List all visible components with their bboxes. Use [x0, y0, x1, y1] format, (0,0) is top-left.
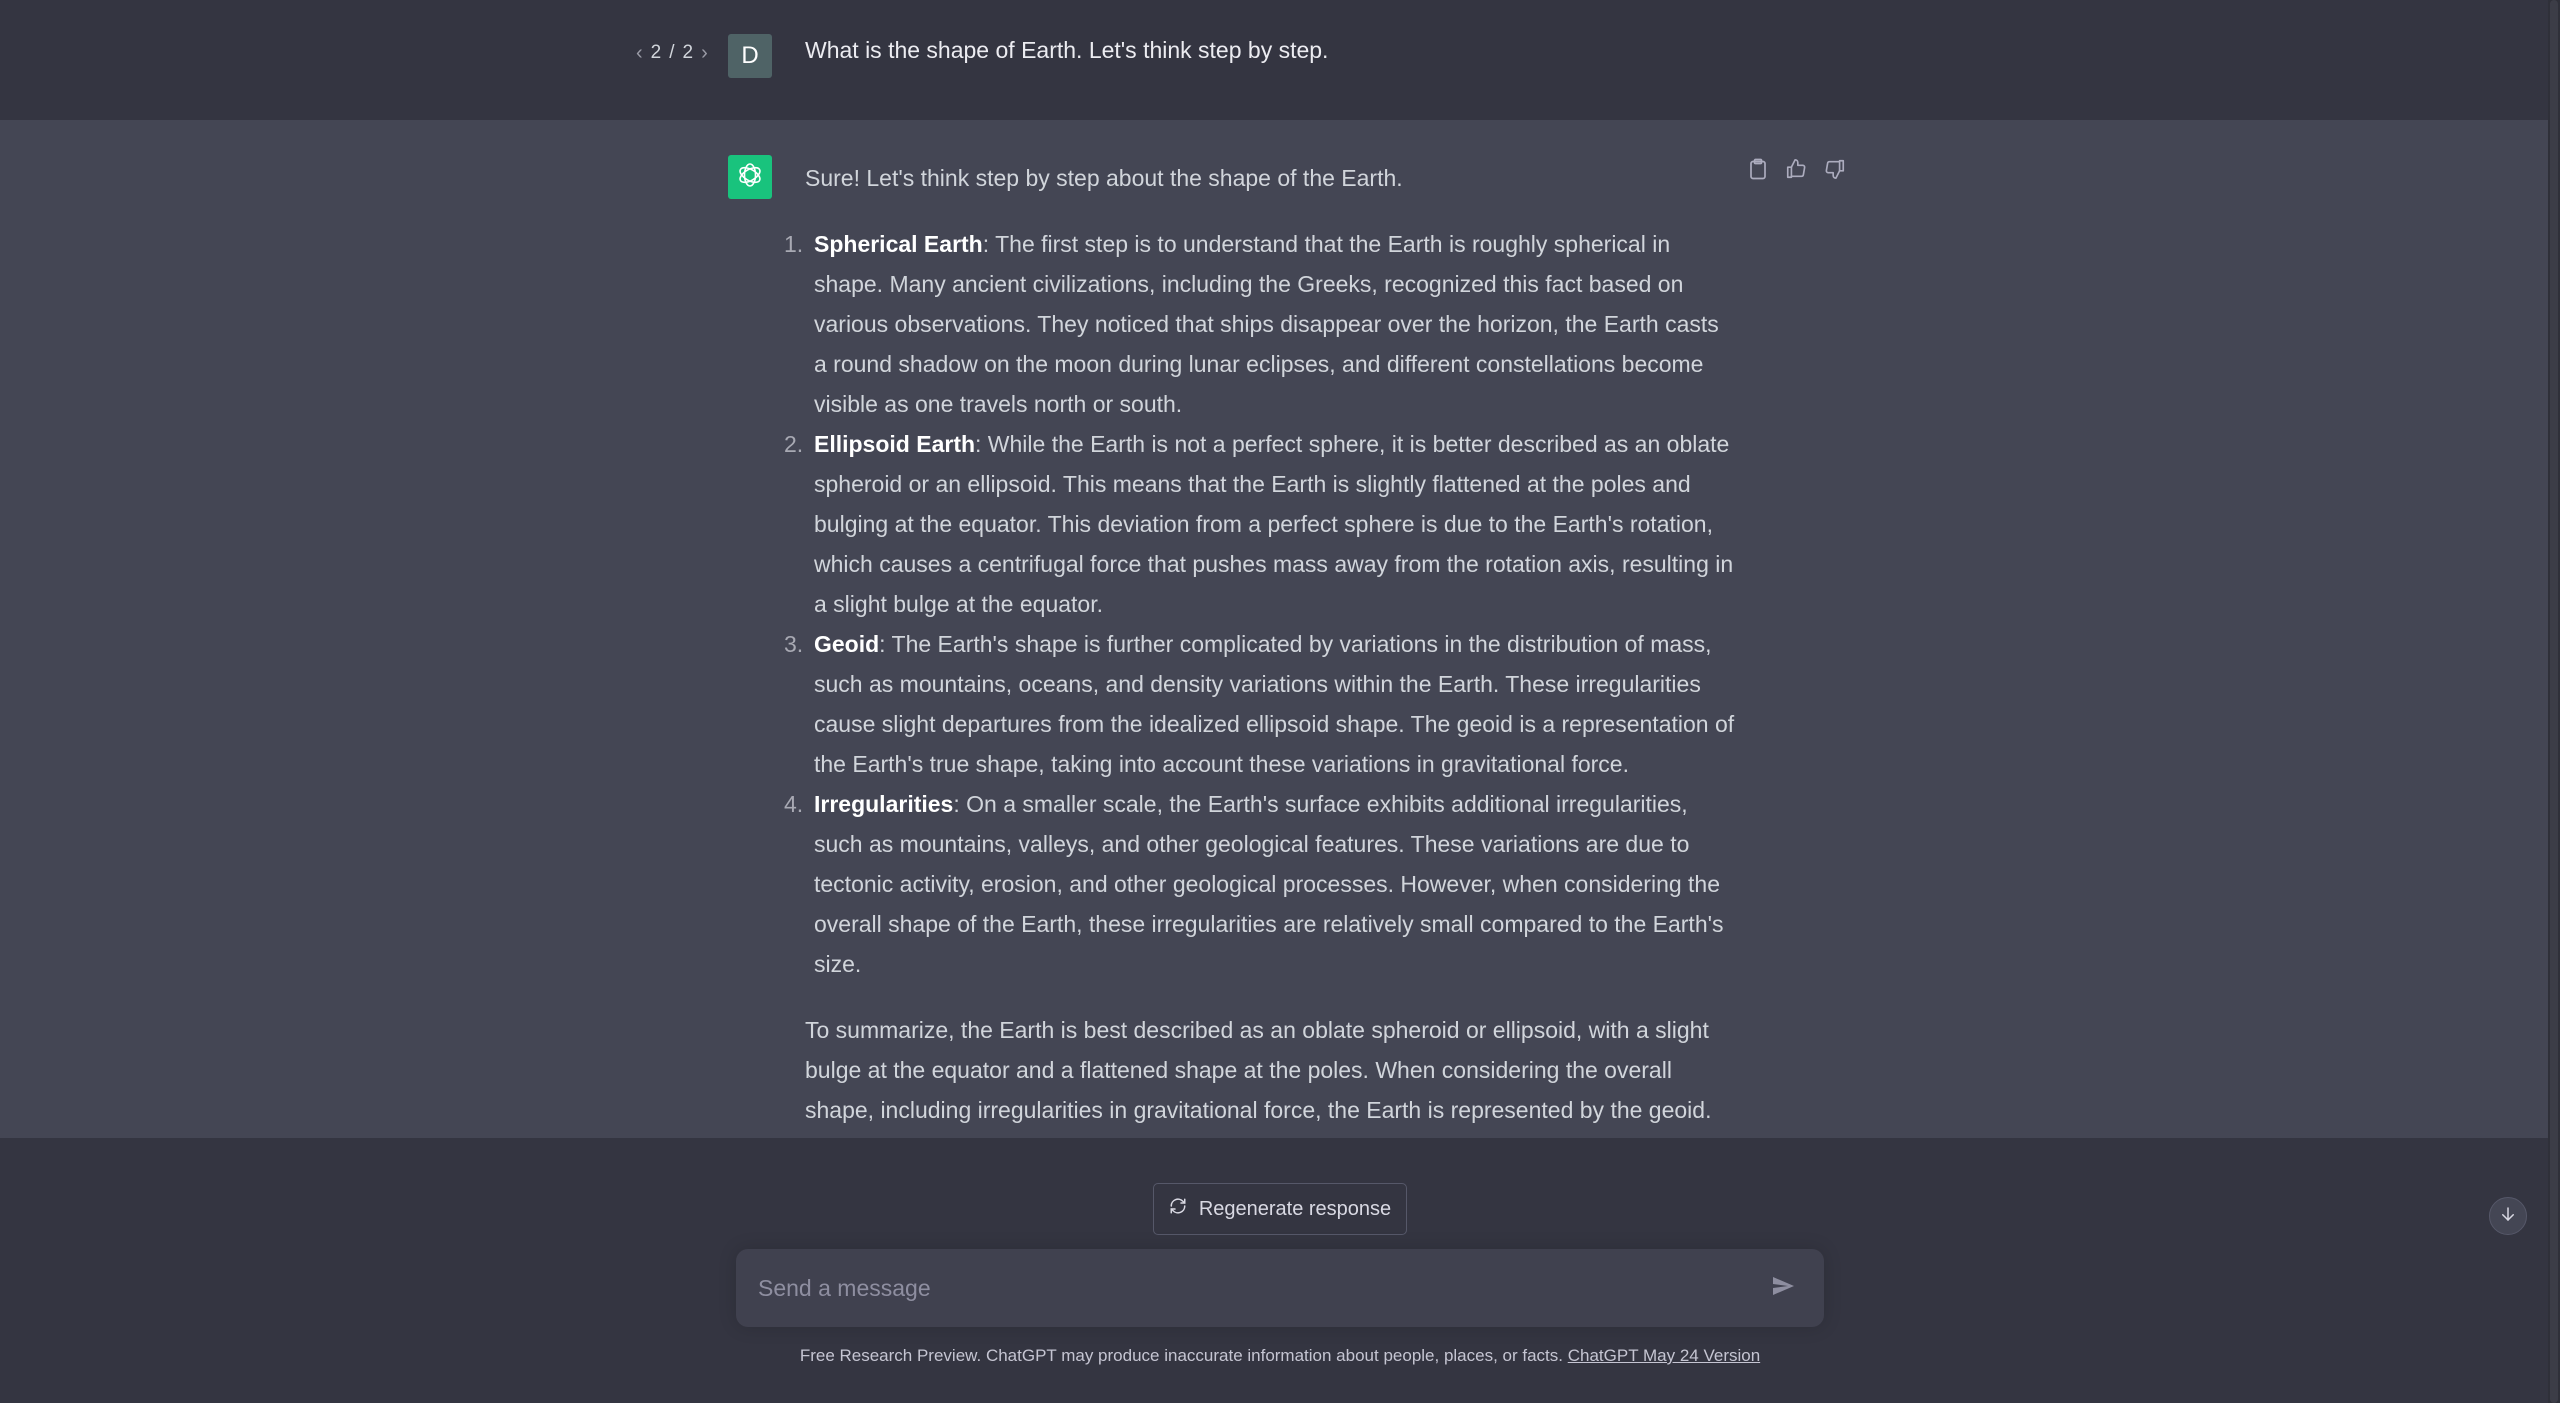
list-item-number: 3. [784, 631, 804, 657]
thumbs-down-button[interactable] [1824, 158, 1846, 180]
response-intro: Sure! Let's think step by step about the… [805, 165, 1403, 191]
list-item-title: Irregularities [814, 791, 954, 817]
user-message-text: What is the shape of Earth. Let's think … [805, 37, 1329, 63]
list-item: 3. Geoid: The Earth's shape is further c… [784, 624, 1735, 784]
assistant-response: Sure! Let's think step by step about the… [784, 158, 1735, 1130]
footer-disclaimer: Free Research Preview. ChatGPT may produ… [0, 1346, 2560, 1366]
assistant-message-row: Sure! Let's think step by step about the… [0, 120, 2548, 1138]
list-item-text: : The first step is to understand that t… [814, 231, 1719, 417]
regenerate-label: Regenerate response [1198, 1197, 1392, 1220]
thumbs-up-icon [1785, 158, 1807, 180]
message-actions [1748, 158, 1846, 180]
list-item: 4. Irregularities: On a smaller scale, t… [784, 784, 1735, 984]
list-item-text: : While the Earth is not a perfect spher… [814, 431, 1734, 617]
openai-logo-icon [735, 160, 765, 195]
response-pager: ‹ 2 / 2 › [636, 42, 708, 64]
list-item-number: 4. [784, 791, 804, 817]
arrow-down-icon [2499, 1205, 2517, 1228]
list-item-number: 1. [784, 231, 804, 257]
pager-current: 2 [650, 42, 662, 63]
response-list: 1. Spherical Earth: The first step is to… [784, 224, 1735, 984]
user-avatar-initial: D [741, 42, 759, 69]
list-item-title: Geoid [814, 631, 880, 657]
scrollbar-thumb[interactable] [2550, 0, 2558, 1403]
list-item-title: Ellipsoid Earth [814, 431, 976, 457]
clipboard-icon [1748, 158, 1768, 180]
user-message-row: ‹ 2 / 2 › D What is the shape of Earth. Le… [0, 0, 2548, 120]
list-item-number: 2. [784, 431, 804, 457]
list-item-title: Spherical Earth [814, 231, 983, 257]
footer-note-text: Free Research Preview. ChatGPT may produ… [799, 1346, 1568, 1365]
user-avatar: D [728, 34, 772, 78]
regenerate-response-button[interactable]: Regenerate response [1153, 1183, 1407, 1235]
version-link[interactable]: ChatGPT May 24 Version [1568, 1346, 1760, 1365]
scrollbar-track[interactable] [2548, 0, 2560, 1403]
pager-separator: / [669, 42, 675, 63]
list-item-text: : The Earth's shape is further complicat… [814, 631, 1735, 777]
scroll-to-bottom-button[interactable] [2489, 1197, 2527, 1235]
send-button[interactable] [1766, 1271, 1800, 1305]
list-item: 2. Ellipsoid Earth: While the Earth is n… [784, 424, 1735, 624]
send-icon [1771, 1274, 1795, 1303]
assistant-avatar [728, 155, 772, 199]
previous-response-icon[interactable]: ‹ [636, 43, 643, 63]
copy-button[interactable] [1748, 158, 1768, 180]
next-response-icon[interactable]: › [701, 43, 708, 63]
list-item-text: : On a smaller scale, the Earth's surfac… [814, 791, 1724, 977]
pager-total: 2 [682, 42, 694, 63]
refresh-icon [1169, 1197, 1187, 1221]
thumbs-up-button[interactable] [1785, 158, 1807, 180]
message-composer [736, 1249, 1824, 1327]
message-input[interactable] [756, 1249, 1716, 1327]
list-item: 1. Spherical Earth: The first step is to… [784, 224, 1735, 424]
thumbs-down-icon [1824, 158, 1846, 180]
response-summary: To summarize, the Earth is best describe… [805, 1017, 1712, 1123]
